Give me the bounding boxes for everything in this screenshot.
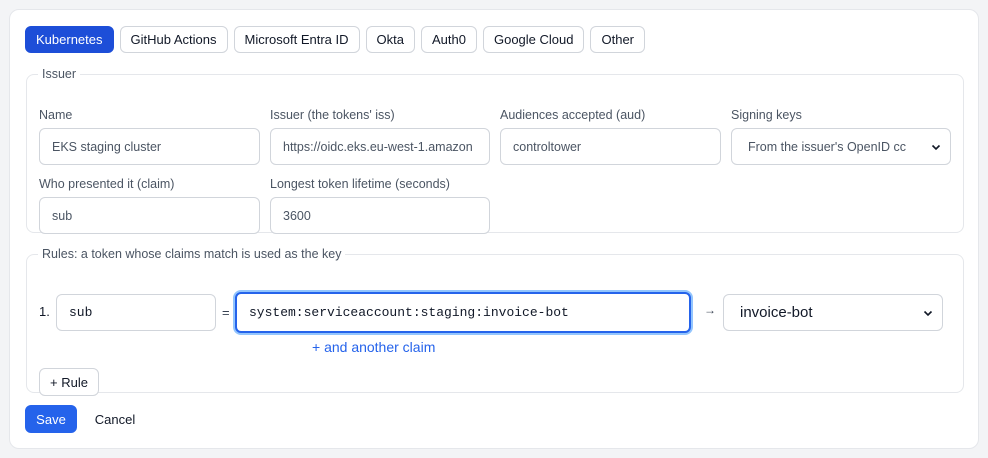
rule-claim-input[interactable] (56, 294, 216, 331)
tab-other[interactable]: Other (590, 26, 645, 53)
key-issuer-form: Kubernetes GitHub Actions Microsoft Entr… (9, 9, 979, 449)
add-rule-button[interactable]: + Rule (39, 368, 99, 396)
aud-input[interactable] (500, 128, 721, 165)
aud-label: Audiences accepted (aud) (500, 108, 646, 122)
iss-label: Issuer (the tokens' iss) (270, 108, 395, 122)
iss-input[interactable] (270, 128, 490, 165)
tab-github-actions[interactable]: GitHub Actions (119, 26, 228, 53)
chevron-down-icon (923, 310, 933, 316)
lifetime-label: Longest token lifetime (seconds) (270, 177, 450, 191)
tab-microsoft-entra-id[interactable]: Microsoft Entra ID (233, 26, 360, 53)
lifetime-input[interactable] (270, 197, 490, 234)
issuer-section: Issuer Name Issuer (the tokens' iss) Aud… (26, 67, 964, 234)
arrow-right-icon: → (704, 303, 716, 317)
rules-section: Rules: a token whose claims match is use… (26, 247, 964, 396)
rule-key-select[interactable]: invoice-bot (723, 294, 943, 331)
rule-number: 1. (39, 304, 50, 319)
save-button[interactable]: Save (25, 405, 77, 433)
cancel-button[interactable]: Cancel (86, 405, 144, 433)
tab-google-cloud[interactable]: Google Cloud (482, 26, 585, 53)
tab-auth0[interactable]: Auth0 (421, 26, 477, 53)
claim-input[interactable] (39, 197, 260, 234)
equals-sign: = (222, 305, 230, 320)
claim-label: Who presented it (claim) (39, 177, 175, 191)
name-label: Name (39, 108, 73, 122)
name-input[interactable] (39, 128, 260, 165)
signing-keys-select[interactable]: From the issuer's OpenID cc (731, 128, 951, 165)
tab-kubernetes[interactable]: Kubernetes (25, 26, 114, 53)
rule-key-value: invoice-bot (740, 304, 813, 321)
rules-legend: Rules: a token whose claims match is use… (42, 247, 342, 261)
tab-okta[interactable]: Okta (365, 26, 415, 53)
rule-value-input[interactable] (235, 292, 691, 333)
signing-keys-label: Signing keys (731, 108, 802, 122)
signing-keys-value: From the issuer's OpenID cc (748, 139, 906, 154)
add-claim-link[interactable]: + and another claim (312, 339, 435, 355)
chevron-down-icon (931, 144, 941, 150)
provider-tabs: Kubernetes GitHub Actions Microsoft Entr… (25, 26, 645, 53)
issuer-legend: Issuer (42, 67, 77, 81)
